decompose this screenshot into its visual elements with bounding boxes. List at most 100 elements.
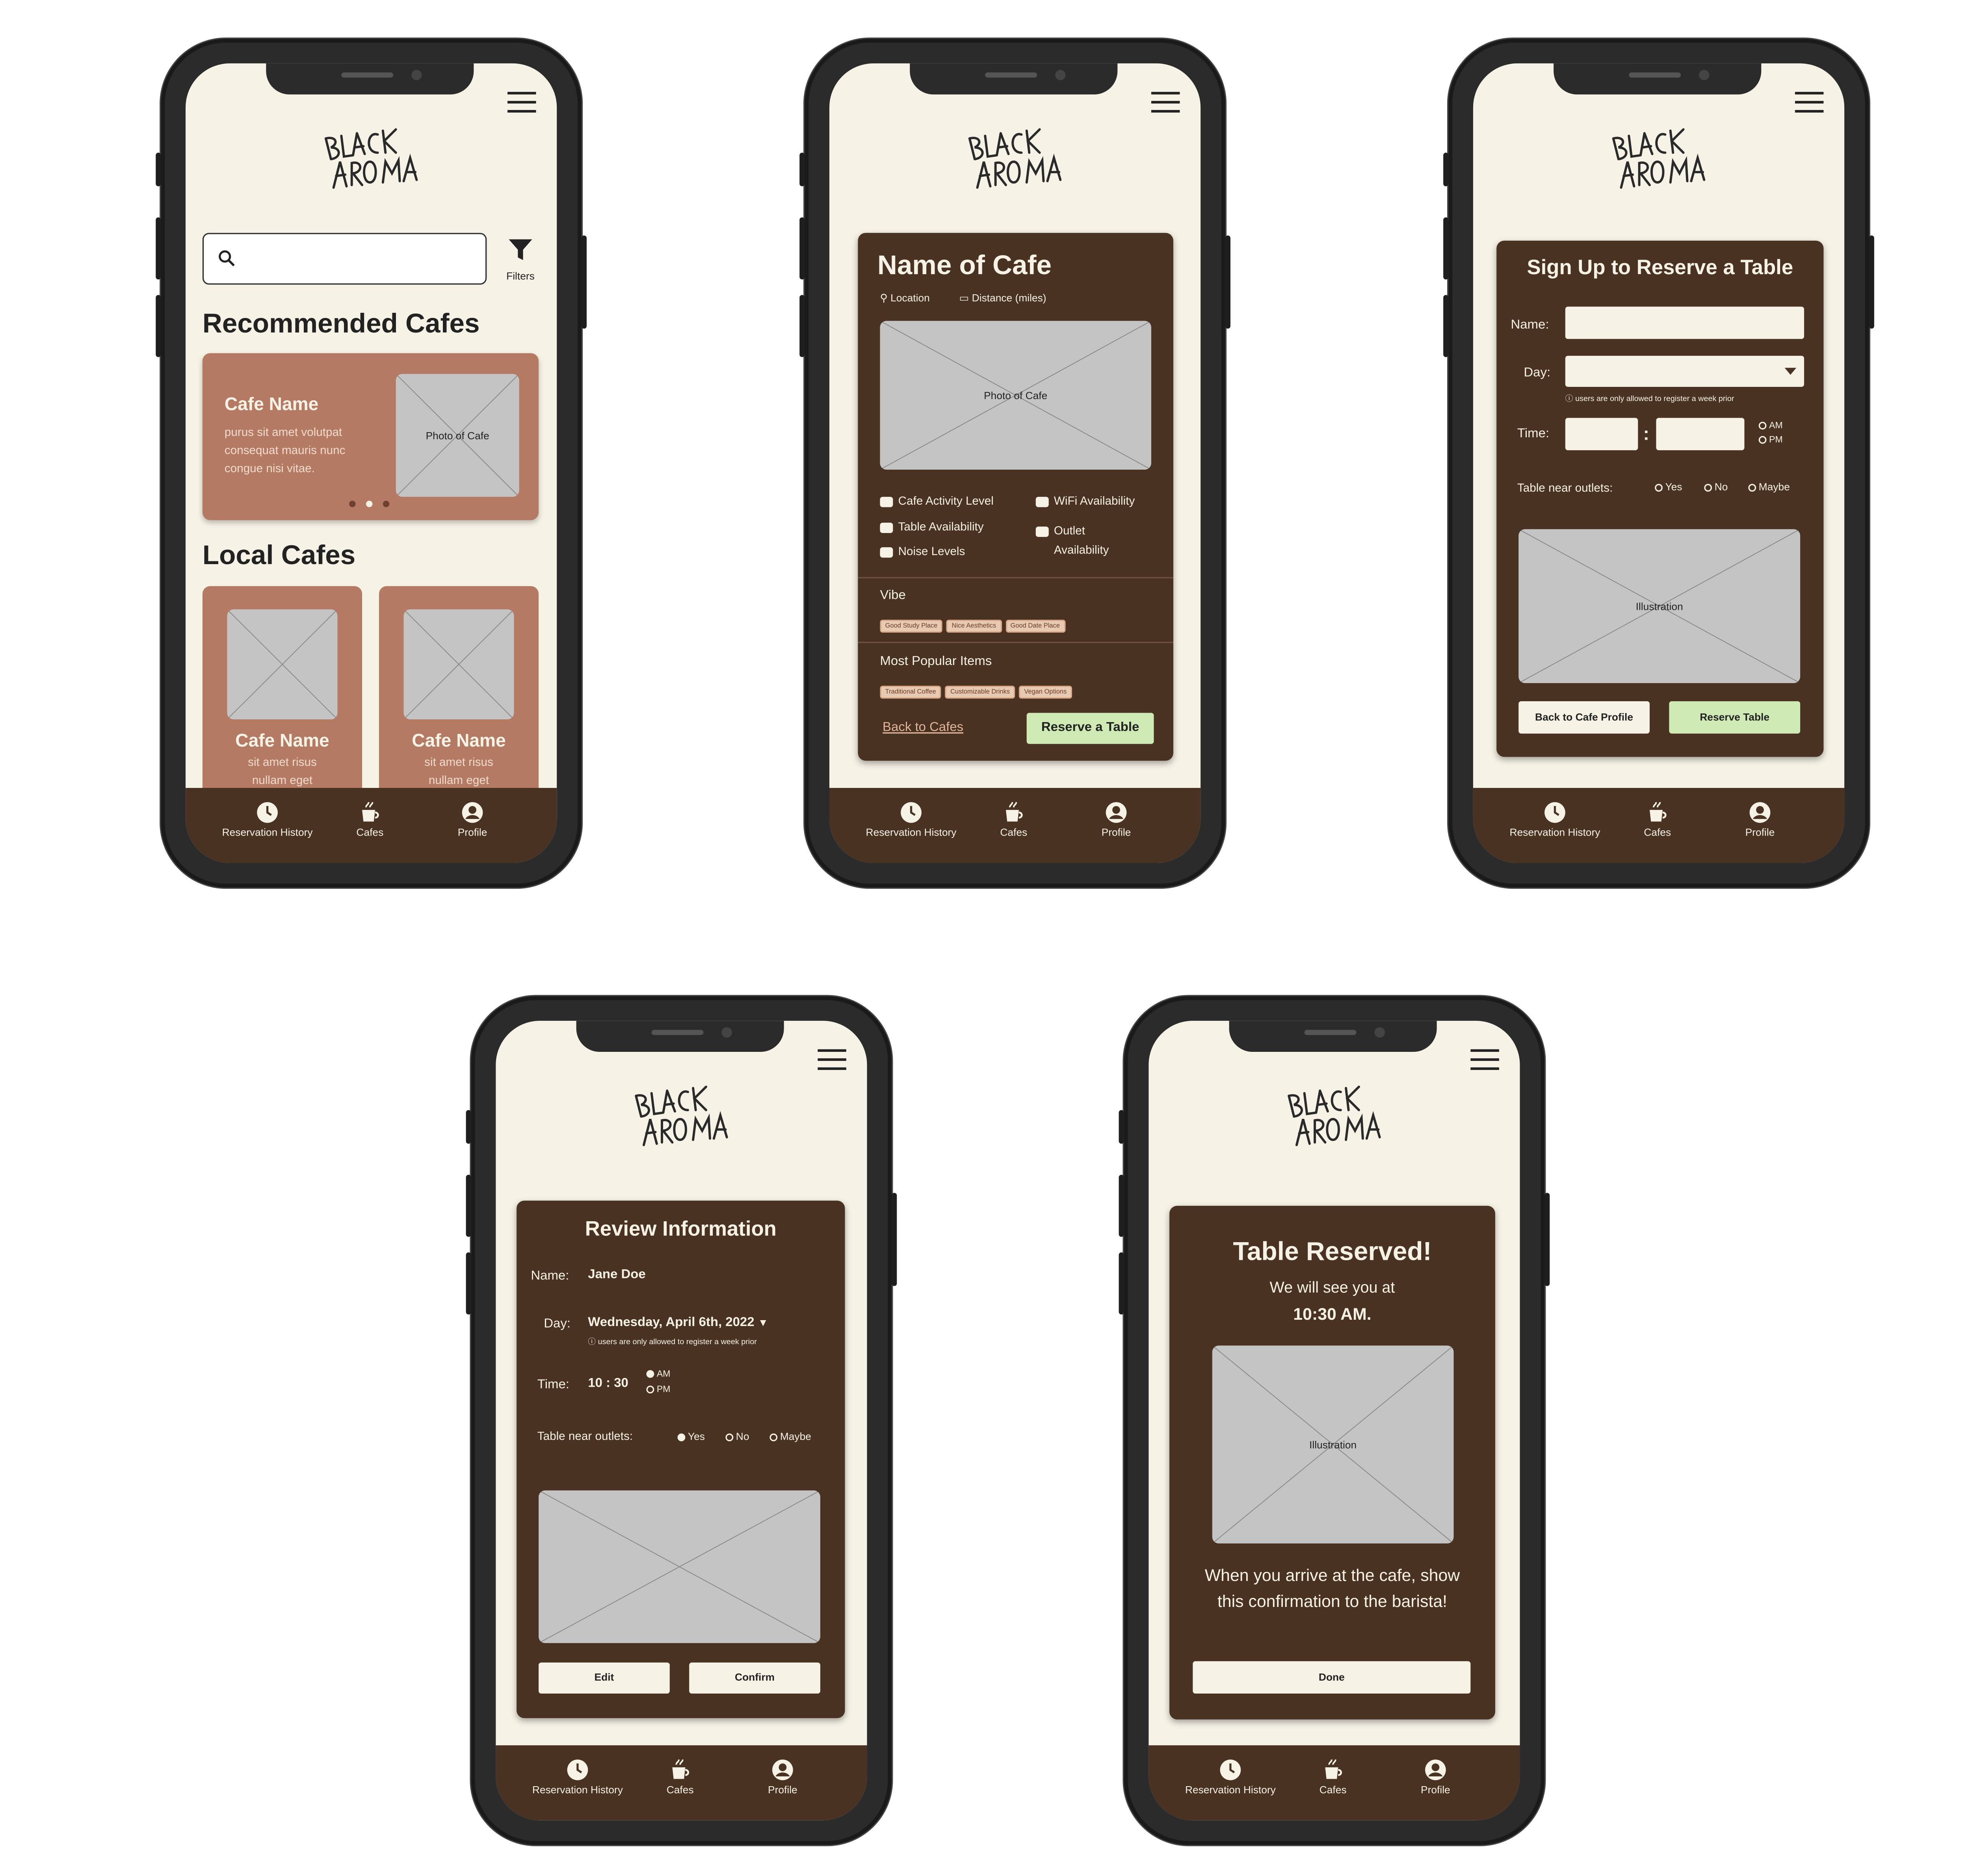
carousel-dots[interactable] bbox=[349, 500, 396, 510]
phone-notch bbox=[266, 63, 474, 95]
profile-icon bbox=[772, 1759, 793, 1780]
outlet-yes-option[interactable]: Yes bbox=[1655, 481, 1682, 493]
am-option: AM bbox=[646, 1370, 670, 1379]
nav-reservation-history[interactable]: Reservation History bbox=[1509, 801, 1600, 840]
speaker-icon bbox=[880, 546, 893, 557]
outlet-yes-option: Yes bbox=[677, 1431, 705, 1443]
phone-notch bbox=[910, 63, 1118, 95]
pm-option[interactable]: PM bbox=[1758, 436, 1783, 445]
feature-table: Table Availability bbox=[880, 520, 984, 533]
menu-icon[interactable] bbox=[1470, 1049, 1499, 1070]
bottom-nav: Reservation History Cafes Profile bbox=[829, 788, 1201, 863]
name-field[interactable] bbox=[1565, 306, 1804, 339]
sign-up-title: Sign Up to Reserve a Table bbox=[1527, 257, 1793, 280]
coffee-cup-icon bbox=[672, 1759, 690, 1779]
ruler-icon: ▭ bbox=[959, 292, 969, 304]
confirm-button[interactable]: Confirm bbox=[689, 1662, 820, 1694]
vibe-tags: Good Study Place Nice Aesthetics Good Date… bbox=[880, 611, 1069, 634]
nav-cafes[interactable]: Cafes bbox=[968, 801, 1059, 840]
confirmation-title: Table Reserved! bbox=[1233, 1238, 1432, 1267]
nav-profile[interactable]: Profile bbox=[1390, 1758, 1481, 1797]
nav-reservation-history[interactable]: Reservation History bbox=[866, 801, 957, 840]
back-to-cafe-profile-button[interactable]: Back to Cafe Profile bbox=[1518, 701, 1650, 734]
clock-icon bbox=[257, 802, 278, 823]
feature-noise: Noise Levels bbox=[880, 545, 965, 557]
profile-icon bbox=[1425, 1759, 1446, 1780]
local-cafe-line: sit amet risus bbox=[424, 755, 493, 769]
hour-field[interactable] bbox=[1565, 418, 1638, 450]
bottom-nav: Reservation History Cafes Profile bbox=[186, 788, 557, 863]
nav-profile[interactable]: Profile bbox=[1715, 801, 1806, 840]
local-cafe-photo bbox=[227, 609, 338, 719]
nav-profile[interactable]: Profile bbox=[1071, 801, 1162, 840]
review-screen: Review Information Name: Jane Doe Day: W… bbox=[496, 1021, 867, 1820]
tag-chip: Customizable Drinks bbox=[945, 685, 1015, 699]
day-label: Day: bbox=[544, 1317, 571, 1332]
day-note: ⓘ users are only allowed to register a w… bbox=[588, 1339, 757, 1347]
bottom-nav: Reservation History Cafes Profile bbox=[1473, 788, 1845, 863]
location-pin-icon: ⚲ bbox=[880, 292, 888, 304]
outlet-no-option[interactable]: No bbox=[1704, 481, 1728, 493]
featured-cafe-card[interactable]: Cafe Name purus sit amet volutpat conseq… bbox=[202, 353, 539, 520]
am-option[interactable]: AM bbox=[1758, 422, 1783, 431]
menu-icon[interactable] bbox=[818, 1049, 846, 1070]
tag-chip: Nice Aesthetics bbox=[946, 620, 1002, 633]
chevron-down-icon[interactable]: ▼ bbox=[758, 1317, 768, 1329]
profile-icon bbox=[462, 802, 483, 823]
back-to-cafes-link[interactable]: Back to Cafes bbox=[883, 721, 963, 735]
people-icon bbox=[880, 496, 893, 507]
day-label: Day: bbox=[1524, 366, 1551, 381]
review-card: Review Information Name: Jane Doe Day: W… bbox=[517, 1200, 845, 1718]
home-screen: Filters Recommended Cafes Cafe Name puru… bbox=[186, 63, 557, 863]
illustration-placeholder bbox=[539, 1490, 820, 1643]
nav-cafes[interactable]: Cafes bbox=[635, 1758, 726, 1797]
filters-button[interactable]: Filters bbox=[501, 236, 540, 287]
table-icon bbox=[880, 522, 893, 533]
brand-logo bbox=[631, 1080, 735, 1158]
local-cafe-line: sit amet risus bbox=[248, 755, 317, 769]
search-input[interactable] bbox=[202, 233, 487, 285]
info-icon: ⓘ bbox=[588, 1339, 596, 1347]
nav-cafes[interactable]: Cafes bbox=[1288, 1758, 1379, 1797]
phone-cafe-profile: Name of Cafe ⚲ Location ▭ Distance (mile… bbox=[799, 39, 1230, 888]
clock-icon bbox=[1544, 802, 1565, 823]
nav-profile[interactable]: Profile bbox=[427, 801, 518, 840]
confirmation-screen: Table Reserved! We will see you at 10:30… bbox=[1149, 1021, 1520, 1820]
name-label: Name: bbox=[531, 1269, 569, 1283]
info-icon: ⓘ bbox=[1565, 396, 1573, 404]
menu-icon[interactable] bbox=[1795, 92, 1824, 113]
day-value: Wednesday, April 6th, 2022 ▼ bbox=[588, 1315, 768, 1330]
local-cafe-card[interactable]: Cafe Name sit amet risus nullam eget bbox=[379, 586, 539, 806]
tag-chip: Traditional Coffee bbox=[880, 685, 941, 699]
edit-button[interactable]: Edit bbox=[539, 1662, 670, 1694]
confirmation-message: When you arrive at the cafe, show this c… bbox=[1204, 1565, 1460, 1611]
local-cafe-name: Cafe Name bbox=[235, 730, 329, 750]
reserve-table-submit-button[interactable]: Reserve Table bbox=[1669, 701, 1801, 734]
coffee-cup-icon bbox=[1649, 802, 1667, 822]
confirmation-line1: We will see you at bbox=[1269, 1278, 1395, 1296]
minute-field[interactable] bbox=[1656, 418, 1745, 450]
feature-outlet: Outlet Availability bbox=[1035, 521, 1109, 560]
time-colon: : bbox=[1643, 423, 1649, 444]
nav-reservation-history[interactable]: Reservation History bbox=[222, 801, 313, 840]
menu-icon[interactable] bbox=[507, 92, 536, 113]
bottom-nav: Reservation History Cafes Profile bbox=[1149, 1745, 1520, 1820]
local-cafe-card[interactable]: Cafe Name sit amet risus nullam eget bbox=[202, 586, 362, 806]
nav-reservation-history[interactable]: Reservation History bbox=[1185, 1758, 1276, 1797]
nav-cafes[interactable]: Cafes bbox=[325, 801, 416, 840]
day-select[interactable] bbox=[1565, 356, 1804, 387]
phone-sign-up: Sign Up to Reserve a Table Name: Day: ⓘ … bbox=[1443, 39, 1874, 888]
brand-logo bbox=[321, 123, 425, 201]
clock-icon bbox=[1220, 1759, 1241, 1780]
profile-icon bbox=[1106, 802, 1127, 823]
nav-profile[interactable]: Profile bbox=[737, 1758, 828, 1797]
nav-reservation-history[interactable]: Reservation History bbox=[532, 1758, 623, 1797]
outlet-maybe-option[interactable]: Maybe bbox=[1748, 481, 1790, 493]
menu-icon[interactable] bbox=[1151, 92, 1180, 113]
done-button[interactable]: Done bbox=[1193, 1661, 1471, 1694]
local-cafe-line: nullam eget bbox=[252, 773, 313, 787]
bottom-nav: Reservation History Cafes Profile bbox=[496, 1745, 867, 1820]
chevron-down-icon bbox=[1784, 368, 1797, 375]
reserve-table-button[interactable]: Reserve a Table bbox=[1026, 713, 1154, 744]
nav-cafes[interactable]: Cafes bbox=[1612, 801, 1703, 840]
